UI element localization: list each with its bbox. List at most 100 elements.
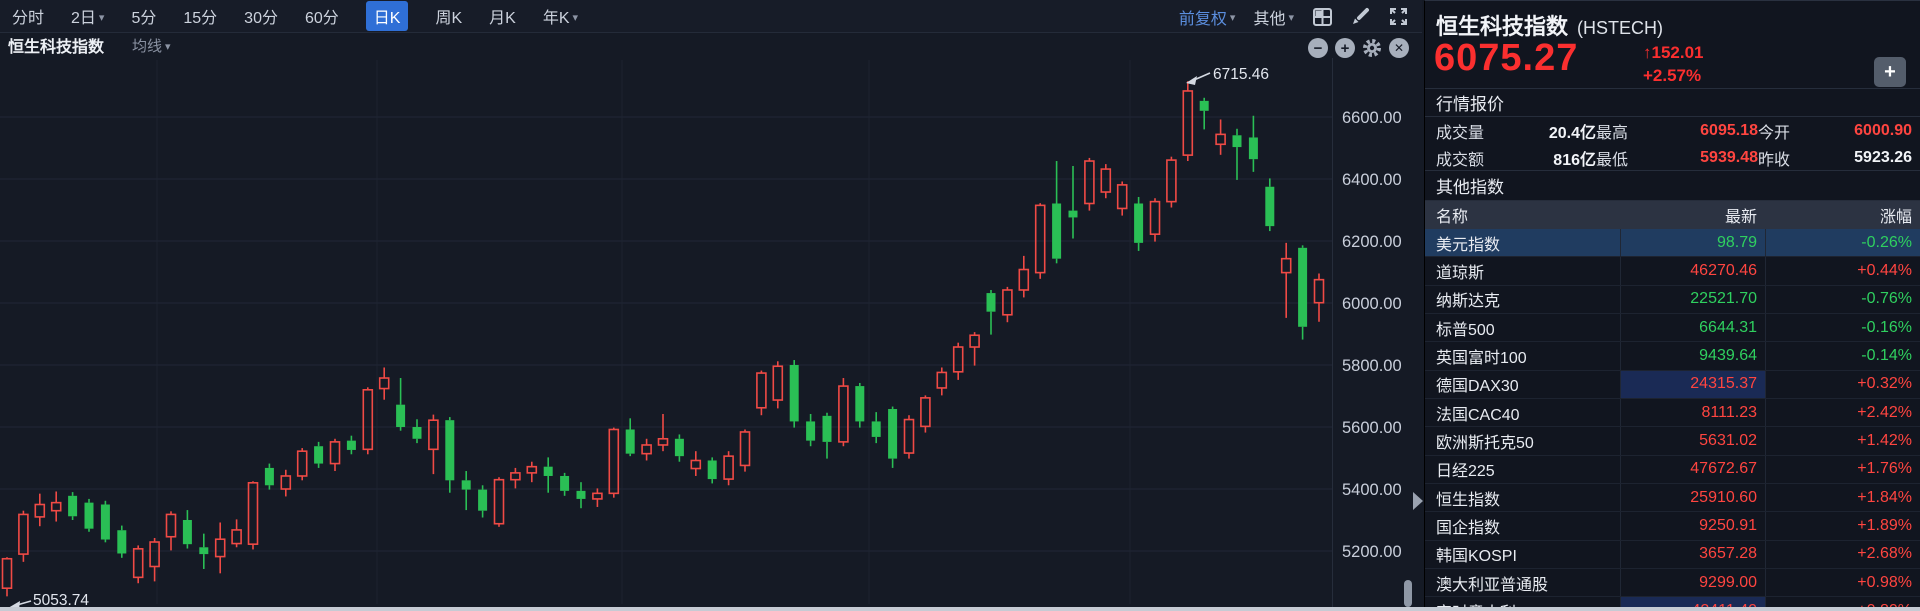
candle [543,457,553,493]
y-axis-tick: 6400.00 [1342,171,1402,189]
indices-section-title: 其他指数 [1425,171,1920,201]
price-change-block: ↑152.01 +2.57% [1643,43,1704,86]
candle [1149,198,1161,242]
index-last: 22521.70 [1690,290,1757,308]
candle [199,533,209,569]
candle [280,469,292,497]
index-row-德国DAX30[interactable]: 德国DAX30 24315.37 +0.32% [1425,370,1920,400]
quote-stat-value: 20.4亿 [1548,124,1596,142]
index-change: -0.76% [1861,290,1912,308]
index-row-标普500[interactable]: 标普500 6644.31 -0.16% [1425,314,1920,343]
candle [674,434,684,462]
instrument-ticker: (HSTECH) [1577,18,1664,38]
candle [641,438,652,461]
column-divider [1620,314,1621,342]
period-button-60分[interactable]: 60分 [305,4,339,28]
column-divider [1765,484,1766,512]
index-row-澳大利亚普通股[interactable]: 澳大利亚普通股 9299.00 +0.98% [1425,569,1920,598]
gear-icon[interactable] [1362,38,1382,58]
index-row-欧洲斯托克50[interactable]: 欧洲斯托克50 5631.02 +1.42% [1425,427,1920,456]
index-name: 标普500 [1436,321,1495,339]
index-row-韩国KOSPI[interactable]: 韩国KOSPI 3657.28 +2.68% [1425,540,1920,570]
index-last: 8111.23 [1701,403,1757,421]
index-row-道琼斯[interactable]: 道琼斯 46270.46 +0.44% [1425,257,1920,286]
index-row-英国富时100[interactable]: 英国富时100 9439.64 -0.14% [1425,342,1920,371]
column-divider [1765,229,1766,257]
other-dropdown[interactable]: 其他 ▾ [1253,5,1294,29]
chevron-down-icon: ▾ [1288,12,1294,24]
candle [855,382,865,428]
index-row-国企指数[interactable]: 国企指数 9250.91 +1.89% [1425,512,1920,541]
candle [165,511,177,551]
indices-table: 美元指数 98.79 -0.26% 道琼斯 46270.46 +0.44% 纳斯达克 2252… [1425,229,1920,611]
y-axis-tick: 6200.00 [1342,233,1402,251]
column-divider [1765,569,1766,597]
bottom-scrollbar[interactable] [0,607,1920,611]
column-divider [1620,455,1621,484]
candle [1084,157,1095,211]
candle [1199,97,1209,130]
index-row-日经225[interactable]: 日经225 47672.67 +1.76% [1425,455,1920,485]
candle [182,510,192,549]
quote-stat-value: 6095.18 [1700,121,1758,139]
candle [296,448,308,481]
candle [346,435,356,455]
period-button-5分[interactable]: 5分 [131,4,156,28]
index-name: 欧洲斯托克50 [1436,435,1534,453]
index-row-纳斯达克[interactable]: 纳斯达克 22521.70 -0.76% [1425,285,1920,315]
index-name: 恒生指数 [1436,491,1501,509]
index-name: 纳斯达克 [1436,293,1501,311]
candle [608,427,620,498]
adjust-mode-dropdown[interactable]: 前复权 ▾ [1179,5,1236,29]
candle [478,485,488,518]
index-name: 道琼斯 [1436,265,1485,283]
period-button-30分[interactable]: 30分 [244,4,278,28]
index-row-法国CAC40[interactable]: 法国CAC40 8111.23 +2.42% [1425,399,1920,428]
close-icon[interactable]: ✕ [1389,38,1409,58]
index-change: -0.26% [1861,233,1912,251]
candlestick-chart[interactable]: 6600.00 6400.00 6200.00 6000.00 5800.00 5600.… [0,0,1422,611]
zoom-in-icon[interactable]: + [1335,38,1355,58]
candle [68,492,78,520]
period-button-周K[interactable]: 周K [435,4,462,28]
period-button-月K[interactable]: 月K [489,4,516,28]
period-button-年K[interactable]: 年K ▾ [543,4,578,28]
candle [822,412,832,459]
zoom-out-icon[interactable]: − [1308,38,1328,58]
candle [969,332,980,366]
index-name: 韩国KOSPI [1436,548,1517,566]
index-row-美元指数[interactable]: 美元指数 98.79 -0.26% [1425,229,1920,258]
index-change: -0.16% [1861,318,1912,336]
period-button-2日[interactable]: 2日 ▾ [71,4,104,28]
draw-brush-icon[interactable] [1350,7,1370,27]
period-button-15分[interactable]: 15分 [183,4,217,28]
candle [1134,196,1144,251]
candle [412,419,422,444]
fullscreen-icon[interactable] [1388,7,1408,27]
column-divider [1765,427,1766,455]
ma-dropdown[interactable]: 均线 ▾ [132,35,171,56]
period-button-分时[interactable]: 分时 [12,4,44,28]
column-divider [1620,229,1621,257]
index-name: 德国DAX30 [1436,378,1519,396]
candle [707,457,717,484]
quote-stat-label: 最低 [1596,151,1629,169]
index-name: 日经225 [1436,463,1495,481]
panel-collapse-handle[interactable] [1413,492,1423,510]
index-row-恒生指数[interactable]: 恒生指数 25910.60 +1.84% [1425,484,1920,513]
index-change: -0.14% [1861,347,1912,365]
y-axis-tick: 5200.00 [1342,543,1402,561]
candle [657,413,669,452]
index-last: 9439.64 [1699,347,1757,365]
up-arrow-icon: ↑ [1643,43,1652,62]
candle [1116,181,1128,216]
period-button-日K[interactable]: 日K [365,1,409,31]
layout-grid-icon[interactable] [1312,7,1332,27]
scrollbar-thumb[interactable] [1404,580,1412,607]
index-last: 9299.00 [1699,573,1757,591]
candle [1298,245,1308,340]
add-to-watchlist-button[interactable]: + [1874,57,1906,87]
candle [1068,165,1078,239]
column-divider [1620,569,1621,597]
index-name: 美元指数 [1436,236,1501,254]
